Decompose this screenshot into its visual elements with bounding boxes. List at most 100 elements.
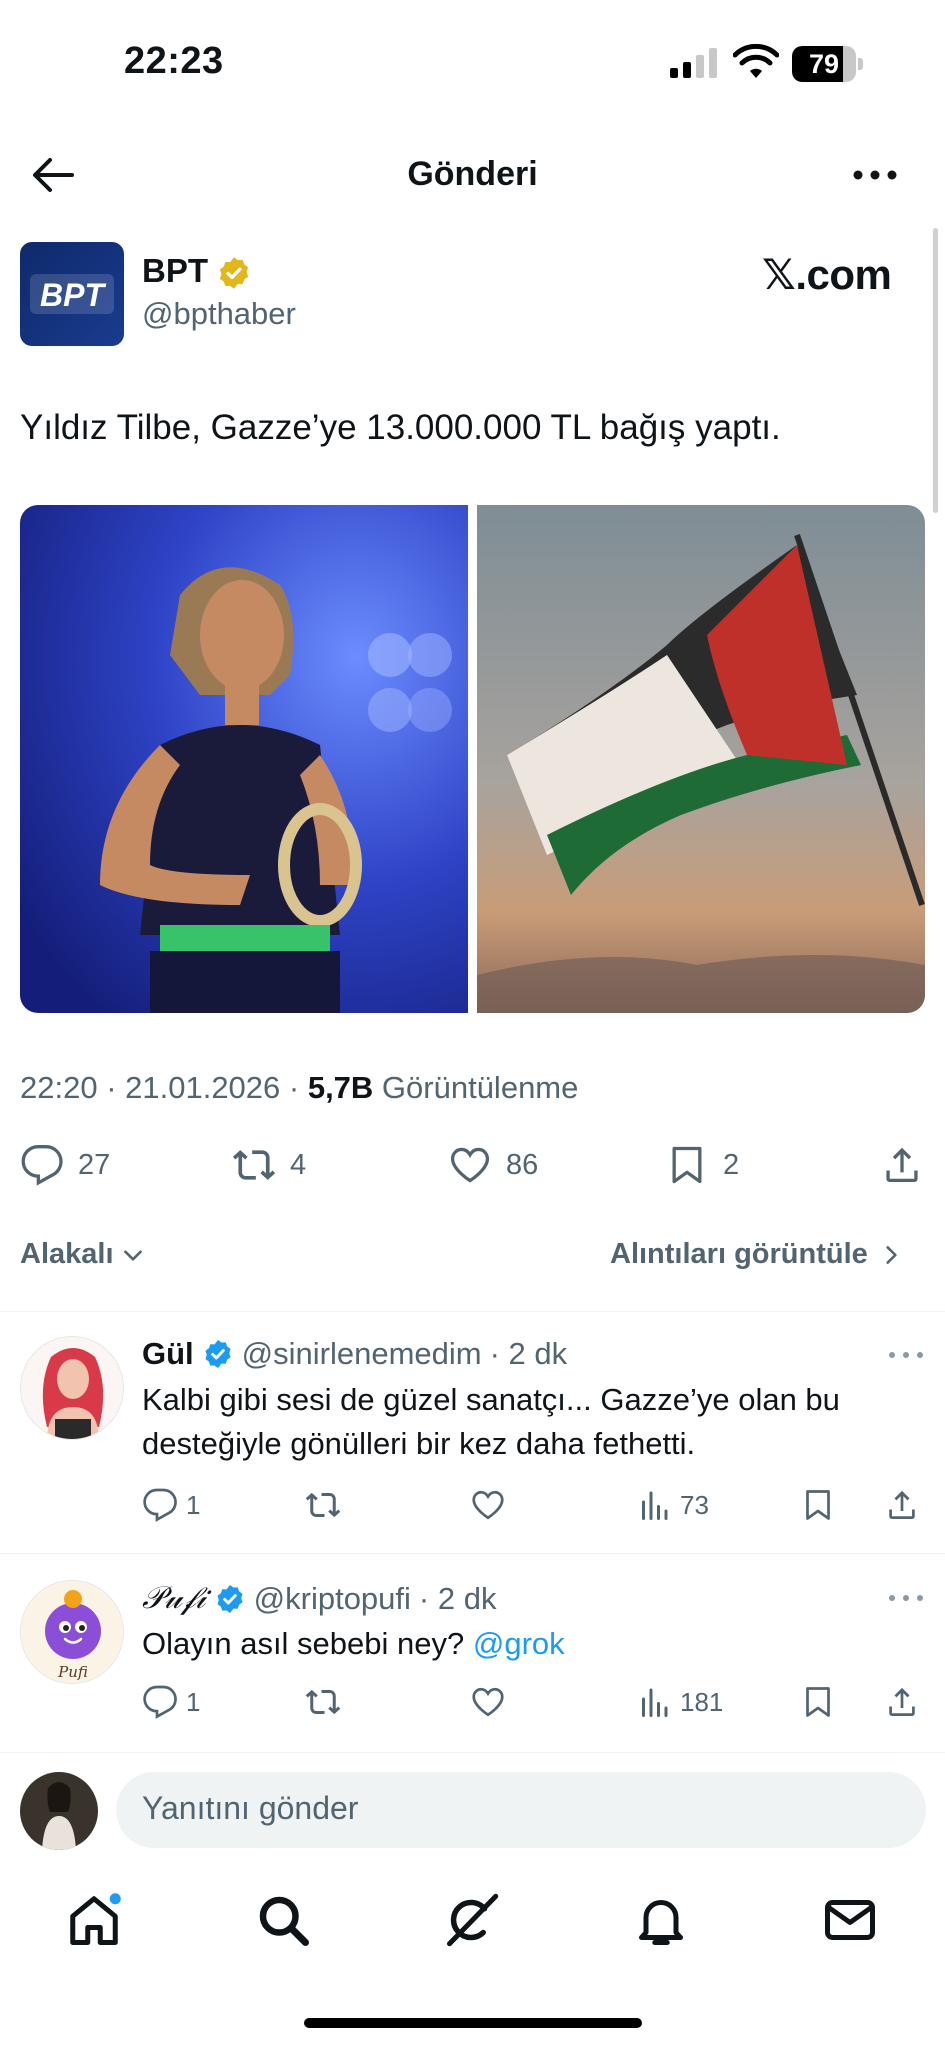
reply-header: Gül @sinirlenemedim · 2 dk <box>142 1336 567 1372</box>
bookmark-button[interactable]: 2 <box>665 1140 739 1190</box>
bookmark-count: 2 <box>723 1148 740 1181</box>
repost-icon <box>232 1150 276 1180</box>
chevron-down-icon <box>123 1249 142 1261</box>
tab-search[interactable] <box>253 1890 313 1950</box>
sort-dropdown[interactable]: Alakalı <box>20 1238 146 1271</box>
reply-reply-count: 1 <box>186 1686 201 1717</box>
chevron-right-icon <box>886 1245 897 1264</box>
view-quotes-link[interactable]: Alıntıları görüntüle <box>610 1238 904 1271</box>
current-user-avatar[interactable] <box>20 1772 98 1850</box>
reply-header: 𝒫𝓊𝒻𝒾 @kriptopufi · 2 dk <box>142 1580 496 1617</box>
search-icon <box>259 1896 309 1946</box>
reply-author-handle[interactable]: @sinirlenemedim <box>242 1336 482 1372</box>
post-views-label: Görüntülenme <box>373 1070 579 1105</box>
post-timestamp: 22:20 · 21.01.2026 · <box>20 1070 308 1105</box>
post-meta: 22:20 · 21.01.2026 · 5,7B Görüntülenme <box>20 1070 578 1106</box>
mention-link[interactable]: @grok <box>473 1626 565 1661</box>
status-time: 22:23 <box>124 40 224 82</box>
reply-like-button[interactable] <box>470 1487 506 1523</box>
verified-gold-badge-icon[interactable] <box>216 255 252 291</box>
verified-badge-icon[interactable] <box>214 1583 246 1615</box>
reply-repost-button[interactable] <box>305 1684 341 1720</box>
reply-reply-button[interactable]: 1 <box>142 1487 200 1523</box>
battery-icon: 79 <box>792 46 863 82</box>
reply-more-icon[interactable] <box>886 1588 926 1608</box>
author-name[interactable]: BPT <box>142 252 208 290</box>
share-button[interactable] <box>880 1140 924 1190</box>
bell-icon <box>639 1900 683 1945</box>
divider <box>0 1553 945 1554</box>
reply-views-button[interactable]: 181 <box>636 1684 723 1720</box>
reply-more-icon[interactable] <box>886 1345 926 1365</box>
reply-reply-count: 1 <box>186 1489 201 1520</box>
reply-author-name[interactable]: 𝒫𝓊𝒻𝒾 <box>142 1580 206 1617</box>
tab-messages[interactable] <box>820 1890 880 1950</box>
views-chart-icon <box>642 1491 668 1520</box>
reply-icon <box>143 1488 177 1522</box>
reply-avatar[interactable]: Pufi <box>20 1580 124 1684</box>
reply-bookmark-button[interactable] <box>800 1487 836 1523</box>
divider <box>0 1752 945 1753</box>
like-count: 86 <box>506 1148 539 1181</box>
repost-icon <box>305 1689 341 1715</box>
reply-icon <box>21 1145 63 1186</box>
repost-button[interactable]: 4 <box>232 1140 306 1190</box>
reply-button[interactable]: 27 <box>20 1140 110 1190</box>
reply-time: · 2 dk <box>418 1580 497 1616</box>
reply-reply-button[interactable]: 1 <box>142 1684 200 1720</box>
wifi-icon <box>733 44 779 78</box>
reply-like-button[interactable] <box>470 1684 506 1720</box>
like-button[interactable]: 86 <box>448 1140 538 1190</box>
bookmark-icon <box>806 1687 830 1717</box>
heart-icon <box>472 1687 504 1717</box>
home-indicator <box>304 2018 642 2028</box>
reply-share-button[interactable] <box>884 1684 920 1720</box>
repost-count: 4 <box>290 1148 307 1181</box>
repost-icon <box>305 1492 341 1518</box>
heart-icon <box>450 1147 490 1183</box>
author-handle[interactable]: @bpthaber <box>142 296 296 332</box>
reply-view-count: 181 <box>680 1686 724 1717</box>
home-icon <box>70 1893 121 1945</box>
reply-text-body: Olayın asıl sebebi ney? <box>142 1626 473 1661</box>
avatar-logo-text: BPT <box>40 277 106 313</box>
divider <box>0 1311 945 1312</box>
reply-time: · 2 dk <box>489 1336 568 1371</box>
more-options-icon[interactable] <box>850 155 900 195</box>
sort-label: Alakalı <box>20 1238 114 1270</box>
post-view-count: 5,7B <box>307 1070 374 1105</box>
reply-text: Kalbi gibi sesi de güzel sanatçı... Gazz… <box>142 1382 840 1461</box>
reply-composer-placeholder[interactable]: Yanıtını gönder <box>142 1790 358 1827</box>
reply-avatar[interactable] <box>20 1336 124 1440</box>
bookmark-icon <box>806 1490 830 1520</box>
view-quotes-label: Alıntıları görüntüle <box>610 1238 868 1270</box>
share-icon <box>889 1490 915 1519</box>
post-image-flag[interactable] <box>477 505 925 1013</box>
mail-icon <box>825 1900 875 1940</box>
reply-views-button[interactable]: 73 <box>636 1487 709 1523</box>
bookmark-icon <box>672 1146 702 1184</box>
post-text: Yıldız Tilbe, Gazze’ye 13.000.000 TL bağ… <box>20 408 781 447</box>
scrollbar[interactable] <box>933 228 938 513</box>
tab-notifications[interactable] <box>631 1890 691 1950</box>
reply-text: Olayın asıl sebebi ney? @grok <box>142 1622 942 1666</box>
post-image-singer[interactable] <box>20 505 468 1013</box>
reply-repost-button[interactable] <box>305 1487 341 1523</box>
reply-icon <box>143 1685 177 1719</box>
share-icon <box>889 1687 915 1716</box>
reply-bookmark-button[interactable] <box>800 1684 836 1720</box>
tab-home[interactable] <box>64 1890 124 1950</box>
avatar-label-text: Pufi <box>57 1663 88 1681</box>
views-chart-icon <box>642 1688 668 1717</box>
x-com-watermark: 𝕏.com <box>762 251 892 298</box>
tab-grok[interactable] <box>442 1890 502 1950</box>
battery-level: 79 <box>808 49 840 79</box>
reply-author-name[interactable]: Gül <box>142 1336 194 1372</box>
share-icon <box>886 1147 918 1183</box>
reply-share-button[interactable] <box>884 1487 920 1523</box>
author-avatar[interactable]: BPT <box>20 242 124 346</box>
reply-author-handle[interactable]: @kriptopufi <box>254 1581 411 1617</box>
reply-view-count: 73 <box>680 1489 709 1520</box>
page-title: Gönderi <box>407 155 538 193</box>
verified-badge-icon[interactable] <box>202 1338 234 1370</box>
